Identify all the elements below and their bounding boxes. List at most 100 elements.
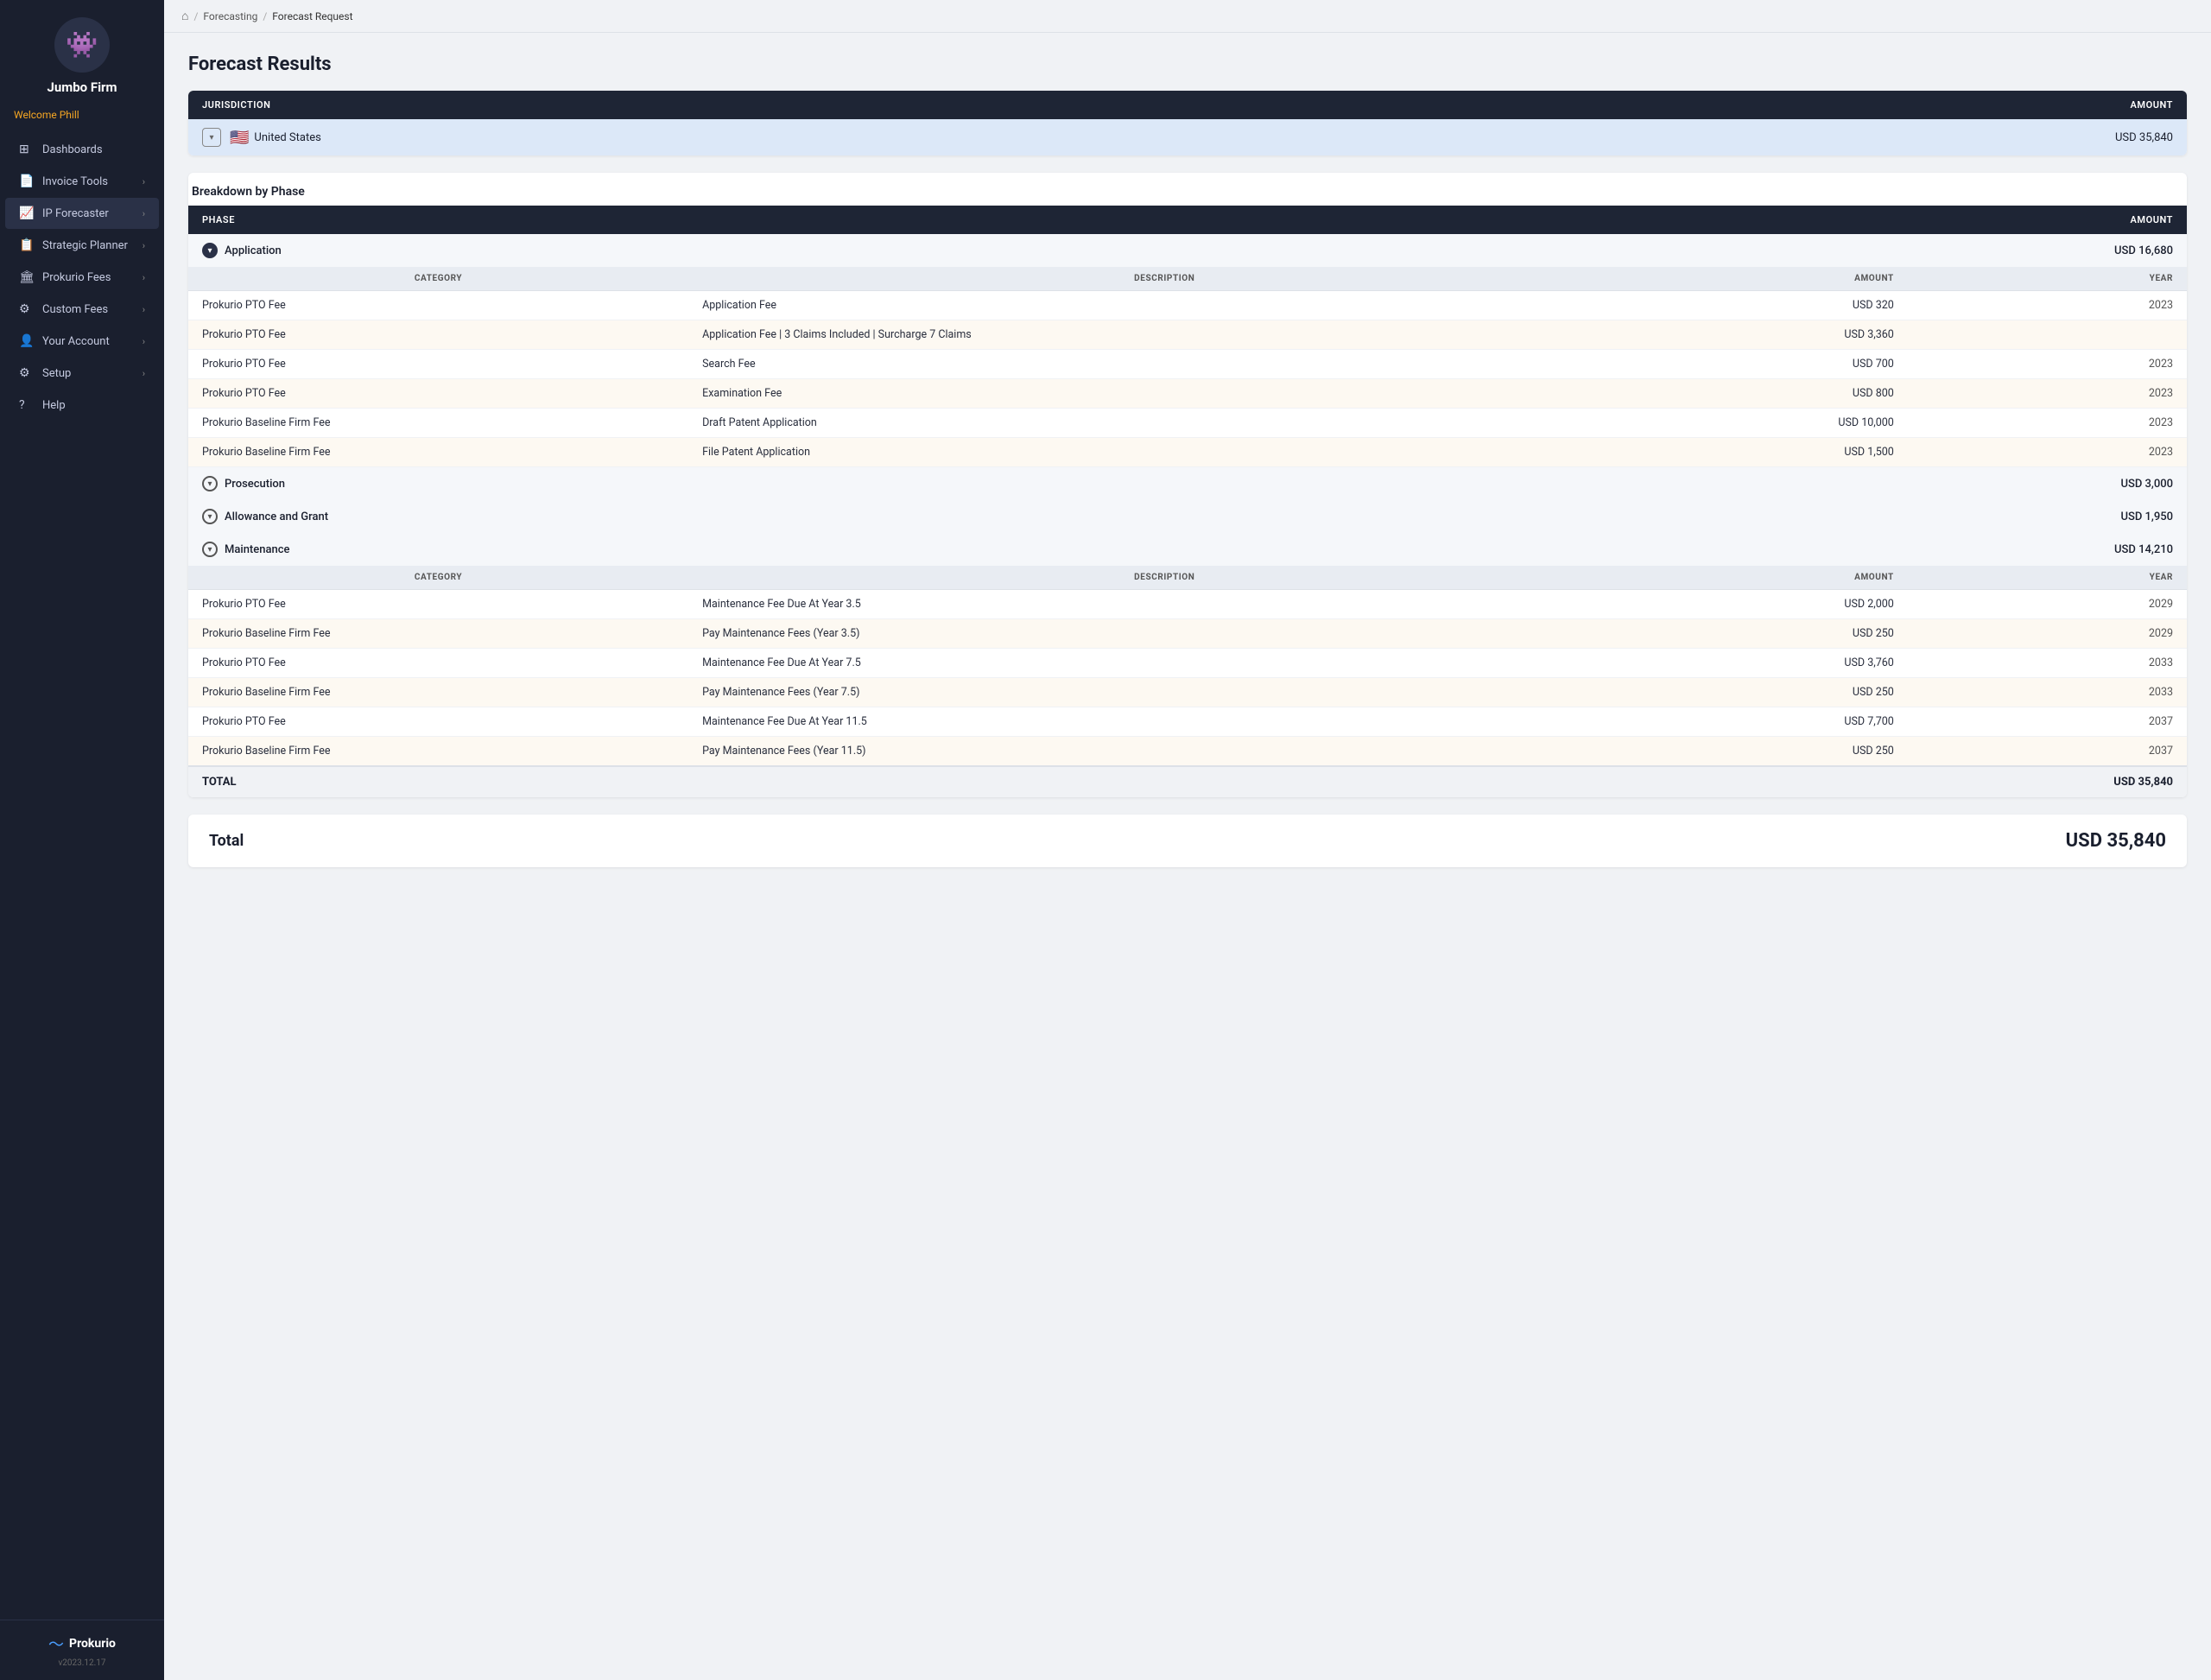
custom-fees-icon: ⚙ [19, 302, 35, 316]
row-amount: USD 3,760 [1641, 649, 1908, 678]
chevron-right-icon: › [143, 304, 145, 315]
jurisdiction-amount: USD 35,840 [1451, 119, 2187, 155]
row-amount: USD 250 [1641, 678, 1908, 707]
row-description: Examination Fee [688, 379, 1640, 409]
help-icon: ? [19, 398, 35, 412]
jurisdiction-country: ▾ 🇺🇸 United States [188, 119, 1451, 155]
table-row: Prokurio Baseline Firm Fee Draft Patent … [188, 409, 2187, 438]
sidebar-item-label: Help [42, 399, 66, 412]
sidebar-item-prokurio-fees[interactable]: 🏛 Prokurio Fees › [5, 262, 159, 293]
breadcrumb-current: Forecast Request [272, 10, 352, 22]
sidebar-footer: 〜 Prokurio v2023.12.17 [0, 1620, 164, 1680]
row-amount: USD 250 [1641, 737, 1908, 767]
sub-header-application: CATEGORY DESCRIPTION AMOUNT YEAR [188, 267, 2187, 291]
total-amount: USD 35,840 [1908, 766, 2187, 797]
phase-amount: USD 3,000 [1908, 467, 2187, 501]
invoice-tools-icon: 📄 [19, 174, 35, 188]
chevron-right-icon: › [143, 272, 145, 283]
row-description: Search Fee [688, 350, 1640, 379]
phase-name: ▾ Application [188, 234, 1908, 267]
col-phase: PHASE [188, 206, 1908, 234]
your-account-icon: 👤 [19, 334, 35, 348]
row-description: Pay Maintenance Fees (Year 7.5) [688, 678, 1640, 707]
setup-icon: ⚙ [19, 366, 35, 380]
table-row: Prokurio Baseline Firm Fee Pay Maintenan… [188, 619, 2187, 649]
strategic-planner-icon: 📋 [19, 238, 35, 252]
breadcrumb-forecasting[interactable]: Forecasting [203, 10, 257, 22]
sub-header-maintenance: CATEGORY DESCRIPTION AMOUNT YEAR [188, 566, 2187, 590]
row-category: Prokurio PTO Fee [188, 350, 688, 379]
table-row: Prokurio PTO Fee Maintenance Fee Due At … [188, 590, 2187, 619]
sidebar-item-label: Your Account [42, 335, 110, 348]
sidebar-item-label: Dashboards [42, 143, 103, 156]
flag-icon: 🇺🇸 [230, 129, 249, 147]
breadcrumb-separator: / [263, 10, 267, 22]
brand-name: Prokurio [69, 1637, 116, 1651]
sidebar-item-dashboards[interactable]: ⊞ Dashboards [5, 134, 159, 165]
total-card-value: USD 35,840 [2066, 830, 2166, 852]
row-category: Prokurio Baseline Firm Fee [188, 438, 688, 467]
col-description: DESCRIPTION [688, 566, 1640, 590]
sidebar-item-your-account[interactable]: 👤 Your Account › [5, 326, 159, 357]
sidebar-item-strategic-planner[interactable]: 📋 Strategic Planner › [5, 230, 159, 261]
row-amount: USD 3,360 [1641, 320, 1908, 350]
total-label: TOTAL [188, 766, 1908, 797]
col-category: CATEGORY [188, 267, 688, 291]
row-year: 2033 [1908, 649, 2187, 678]
phase-amount: USD 1,950 [1908, 500, 2187, 533]
col-description: DESCRIPTION [688, 267, 1640, 291]
sidebar-item-setup[interactable]: ⚙ Setup › [5, 358, 159, 389]
table-row: Prokurio Baseline Firm Fee Pay Maintenan… [188, 737, 2187, 767]
sidebar-item-ip-forecaster[interactable]: 📈 IP Forecaster › [5, 198, 159, 229]
sidebar-item-help[interactable]: ? Help [5, 390, 159, 421]
table-row: Prokurio PTO Fee Search Fee USD 700 2023 [188, 350, 2187, 379]
row-year [1908, 320, 2187, 350]
brand-logo-icon: 〜 [48, 1632, 64, 1655]
row-year: 2023 [1908, 379, 2187, 409]
sidebar-item-invoice-tools[interactable]: 📄 Invoice Tools › [5, 166, 159, 197]
phase-icon: ▾ [202, 542, 218, 557]
row-amount: USD 2,000 [1641, 590, 1908, 619]
row-description: Maintenance Fee Due At Year 11.5 [688, 707, 1640, 737]
chevron-right-icon: › [143, 240, 145, 251]
phases-table: PHASE AMOUNT ▾ Application USD 16,680 [188, 206, 2187, 797]
row-year: 2037 [1908, 707, 2187, 737]
row-amount: USD 700 [1641, 350, 1908, 379]
dashboards-icon: ⊞ [19, 143, 35, 156]
phase-amount: USD 14,210 [1908, 533, 2187, 566]
row-year: 2023 [1908, 291, 2187, 320]
chevron-right-icon: › [143, 208, 145, 219]
row-description: File Patent Application [688, 438, 1640, 467]
ip-forecaster-icon: 📈 [19, 206, 35, 220]
main-content: ⌂ / Forecasting / Forecast Request Forec… [164, 0, 2211, 1680]
brand-logo: 〜 Prokurio [48, 1632, 116, 1655]
row-amount: USD 10,000 [1641, 409, 1908, 438]
phase-icon: ▾ [202, 476, 218, 491]
collapse-button[interactable]: ▾ [202, 128, 221, 147]
row-amount: USD 250 [1641, 619, 1908, 649]
home-icon[interactable]: ⌂ [181, 9, 188, 23]
table-row: Prokurio PTO Fee Examination Fee USD 800… [188, 379, 2187, 409]
jurisdiction-row-us: ▾ 🇺🇸 United States USD 35,840 [188, 119, 2187, 155]
sidebar-logo: 👾 Jumbo Firm [0, 0, 164, 105]
chevron-down-icon: ▾ [209, 133, 213, 143]
phase-name: ▾ Prosecution [188, 467, 1908, 501]
row-year: 2023 [1908, 438, 2187, 467]
row-amount: USD 1,500 [1641, 438, 1908, 467]
breadcrumb-separator: / [193, 10, 198, 22]
welcome-message: Welcome Phill [0, 105, 164, 130]
row-amount: USD 7,700 [1641, 707, 1908, 737]
row-year: 2023 [1908, 409, 2187, 438]
row-description: Maintenance Fee Due At Year 7.5 [688, 649, 1640, 678]
chevron-right-icon: › [143, 368, 145, 379]
phase-amount: USD 16,680 [1908, 234, 2187, 267]
row-description: Application Fee [688, 291, 1640, 320]
row-description: Application Fee | 3 Claims Included | Su… [688, 320, 1640, 350]
sidebar-item-custom-fees[interactable]: ⚙ Custom Fees › [5, 294, 159, 325]
row-year: 2033 [1908, 678, 2187, 707]
jurisdiction-table-header: JURISDICTION AMOUNT [188, 91, 2187, 119]
row-category: Prokurio PTO Fee [188, 590, 688, 619]
phase-icon: ▾ [202, 509, 218, 524]
phase-row-maintenance: ▾ Maintenance USD 14,210 [188, 533, 2187, 566]
table-row: Prokurio Baseline Firm Fee File Patent A… [188, 438, 2187, 467]
